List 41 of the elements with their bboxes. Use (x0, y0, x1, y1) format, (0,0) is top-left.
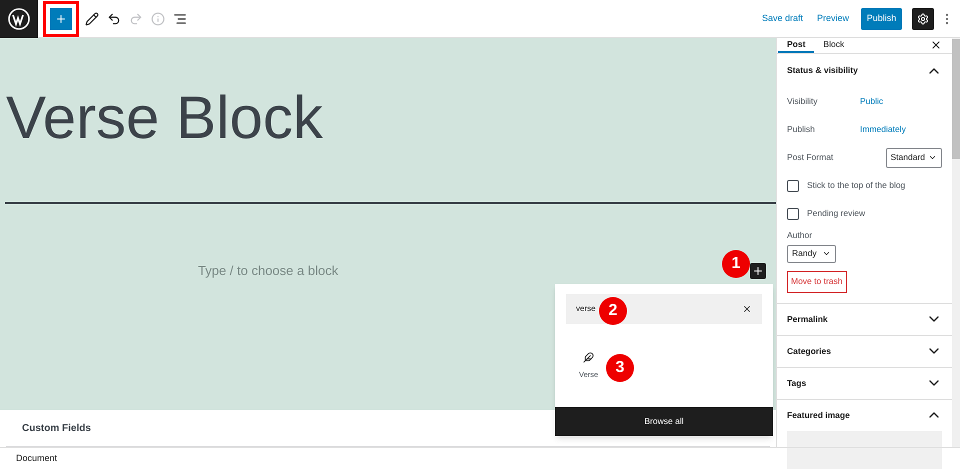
move-to-trash-button[interactable]: Move to trash (787, 270, 846, 292)
post-title[interactable]: Verse Block (0, 38, 776, 154)
sidebar-tab[interactable]: Block (814, 38, 854, 53)
close-icon[interactable] (930, 39, 942, 52)
setting-link[interactable]: Immediately (860, 123, 906, 136)
checkbox[interactable] (787, 208, 799, 220)
checkbox-label: Stick to the top of the blog (807, 179, 906, 192)
checkbox[interactable] (787, 180, 799, 192)
panel-title[interactable]: Featured image (787, 408, 850, 422)
sidebar-tab[interactable]: Post (778, 38, 814, 53)
plus-icon (55, 12, 67, 24)
chevron-down-icon (822, 249, 831, 258)
undo-icon[interactable] (107, 12, 121, 26)
browse-all-button[interactable]: Browse all (555, 407, 773, 436)
panel-title[interactable]: Tags (787, 376, 806, 390)
panel-title[interactable]: Categories (787, 344, 831, 358)
save-draft-link[interactable]: Save draft (762, 12, 803, 26)
checkbox-label: Pending review (807, 207, 866, 220)
post-format-select[interactable]: Standard (886, 148, 942, 168)
pencil-icon[interactable] (85, 12, 99, 26)
add-block-button[interactable] (750, 262, 766, 279)
wordpress-icon (8, 8, 30, 30)
plus-icon (752, 264, 764, 277)
author-label: Author (787, 228, 814, 242)
setting-label: Publish (787, 123, 816, 136)
scrollbar[interactable] (952, 38, 960, 447)
setting-link[interactable]: Public (860, 95, 884, 108)
setting-label: Post Format (787, 151, 834, 164)
publish-button[interactable]: Publish (861, 8, 902, 30)
setting-label: Visibility (787, 95, 819, 108)
list-icon[interactable] (173, 12, 187, 26)
settings-icon (917, 12, 929, 24)
status-bar: Document (0, 447, 960, 469)
author-select[interactable]: Randy (787, 244, 836, 262)
feather-icon (583, 352, 594, 363)
panel-title[interactable]: Status & visibility (787, 64, 858, 78)
panel-title[interactable]: Permalink (787, 312, 828, 326)
clear-icon[interactable] (742, 304, 752, 314)
settings-button[interactable] (912, 8, 934, 30)
preview-link[interactable]: Preview (816, 12, 849, 26)
wordpress-logo[interactable] (0, 0, 38, 38)
